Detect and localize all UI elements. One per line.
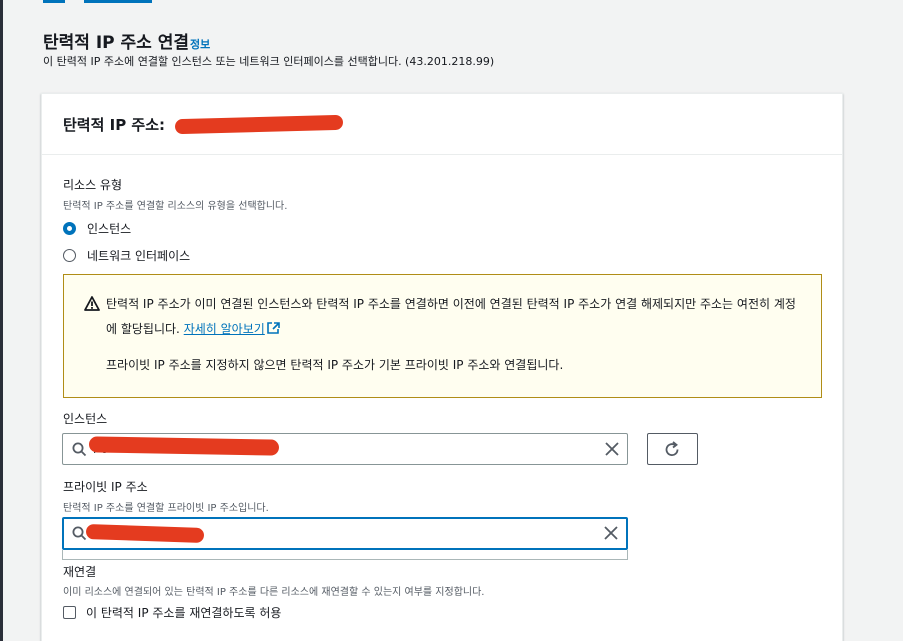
clear-icon[interactable] <box>605 442 619 456</box>
warning-alert: 탄력적 IP 주소가 이미 연결된 인스턴스와 탄력적 IP 주소를 연결하면 … <box>63 274 822 398</box>
card-header: 탄력적 IP 주소: <box>42 94 842 155</box>
private-ip-section: 프라이빗 IP 주소 탄력적 IP 주소를 연결할 프라이빗 IP 주소입니다. <box>63 478 269 514</box>
redaction-mark <box>88 436 280 456</box>
instance-label: 인스턴스 <box>63 412 108 426</box>
private-ip-search-input[interactable] <box>62 517 628 550</box>
search-icon <box>72 442 87 457</box>
instance-section: 인스턴스 <box>63 410 107 427</box>
associate-card: 탄력적 IP 주소: 리소스 유형 탄력적 IP 주소를 연결할 리소스의 유형… <box>41 93 843 641</box>
search-icon <box>72 526 87 541</box>
alert-text-line2: 프라이빗 IP 주소를 지정하지 않으면 탄력적 IP 주소가 기본 프라이빗 … <box>106 358 564 372</box>
resource-type-label: 리소스 유형 <box>63 178 123 192</box>
page-description: 이 탄력적 IP 주소에 연결할 인스턴스 또는 네트워크 인터페이스를 선택합… <box>43 55 495 68</box>
dropdown-list <box>62 550 628 560</box>
info-link[interactable]: 정보 <box>190 38 210 51</box>
private-ip-description: 탄력적 IP 주소를 연결할 프라이빗 IP 주소입니다. <box>63 503 269 514</box>
refresh-icon <box>665 441 679 456</box>
radio-button-checked[interactable] <box>63 222 76 235</box>
page-title: 탄력적 IP 주소 연결정보 <box>43 28 210 53</box>
reassociation-checkbox-label: 이 탄력적 IP 주소를 재연결하도록 허용 <box>86 606 282 620</box>
top-fragment <box>43 0 65 3</box>
radio-instance-label: 인스턴스 <box>87 222 132 236</box>
radio-button[interactable] <box>63 249 76 262</box>
resource-type-description: 탄력적 IP 주소를 연결할 리소스의 유형을 선택합니다. <box>63 201 288 212</box>
reassociation-description: 이미 리소스에 연결되어 있는 탄력적 IP 주소를 다른 리소스에 재연결할 … <box>63 587 485 598</box>
clear-icon[interactable] <box>604 526 618 540</box>
window-edge <box>0 0 3 641</box>
redaction-mark <box>174 114 344 135</box>
radio-network-interface-label: 네트워크 인터페이스 <box>87 249 191 263</box>
radio-instance[interactable]: 인스턴스 <box>63 220 287 237</box>
external-link-icon <box>267 322 280 334</box>
top-fragment <box>84 0 152 3</box>
radio-network-interface[interactable]: 네트워크 인터페이스 <box>63 247 287 264</box>
page-title-text: 탄력적 IP 주소 연결 <box>43 33 190 53</box>
reassociation-checkbox[interactable] <box>63 606 76 619</box>
learn-more-link[interactable]: 자세히 알아보기 <box>184 322 280 336</box>
learn-more-text: 자세히 알아보기 <box>183 322 265 336</box>
refresh-button[interactable] <box>647 433 698 465</box>
reassociation-label: 재연결 <box>63 565 97 579</box>
reassociation-checkbox-row[interactable]: 이 탄력적 IP 주소를 재연결하도록 허용 <box>63 604 484 621</box>
card-header-title: 탄력적 IP 주소: <box>63 116 166 134</box>
redaction-mark <box>85 523 205 544</box>
private-ip-label: 프라이빗 IP 주소 <box>63 480 148 494</box>
instance-search-input[interactable]: i-0 <box>62 433 628 465</box>
alert-message: 탄력적 IP 주소가 이미 연결된 인스턴스와 탄력적 IP 주소를 연결하면 … <box>106 292 806 342</box>
reassociation-section: 재연결 이미 리소스에 연결되어 있는 탄력적 IP 주소를 다른 리소스에 재… <box>63 563 484 621</box>
resource-type-section: 리소스 유형 탄력적 IP 주소를 연결할 리소스의 유형을 선택합니다. 인스… <box>63 176 287 264</box>
warning-icon <box>84 296 100 311</box>
